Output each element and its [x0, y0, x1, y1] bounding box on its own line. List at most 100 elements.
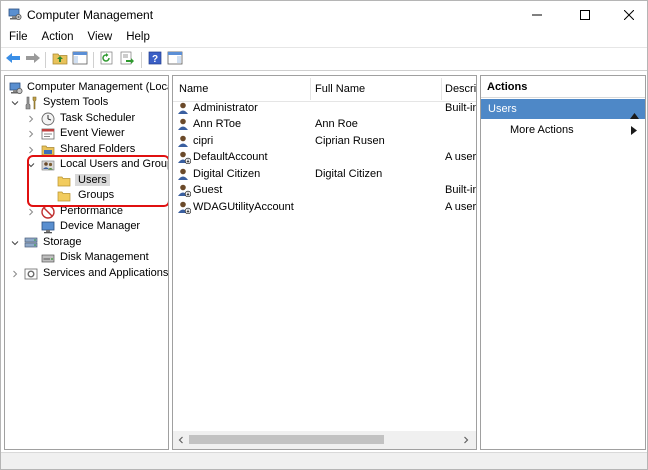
system-tools-icon — [24, 96, 38, 110]
column-header-description[interactable]: Descrip — [445, 83, 476, 95]
cell-name: Ann RToe — [193, 118, 242, 130]
chevron-right-icon[interactable] — [11, 270, 19, 278]
scroll-right-icon[interactable] — [461, 435, 471, 445]
tree-item-computer-management[interactable]: Computer Management (Local) — [5, 80, 168, 96]
menu-action[interactable]: Action — [35, 29, 81, 47]
column-divider[interactable] — [310, 78, 311, 100]
table-row[interactable]: Ann RToe Ann Roe — [173, 116, 476, 132]
highlight-annotation — [27, 155, 168, 207]
cell-full-name: Ciprian Rusen — [315, 135, 385, 147]
cell-name: cipri — [193, 135, 214, 147]
chevron-right-icon[interactable] — [27, 130, 35, 138]
horizontal-scrollbar[interactable] — [173, 431, 476, 449]
users-list-pane[interactable]: Name Full Name Descrip Administrator Bui… — [172, 75, 477, 450]
chevron-down-icon[interactable] — [11, 239, 19, 247]
console-tree-pane[interactable]: Computer Management (Local) System Tools… — [4, 75, 169, 450]
actions-header: Actions — [481, 76, 645, 98]
minimize-button[interactable] — [515, 1, 559, 29]
toolbar-separator — [45, 52, 46, 68]
user-icon — [177, 134, 191, 148]
tree-item-system-tools[interactable]: System Tools — [5, 95, 168, 111]
clock-icon — [41, 112, 55, 126]
cell-name: Guest — [193, 184, 223, 196]
submenu-arrow-icon[interactable] — [631, 126, 637, 138]
refresh-button[interactable] — [98, 51, 116, 68]
forward-arrow-icon — [25, 51, 41, 68]
chevron-right-icon[interactable] — [27, 208, 35, 216]
scroll-left-icon[interactable] — [176, 435, 186, 445]
computer-management-window: Computer Management File Action View Hel… — [0, 0, 648, 470]
actions-section-users[interactable]: Users — [481, 99, 645, 119]
collapse-triangle-icon[interactable] — [630, 106, 639, 126]
toolbar-separator — [141, 52, 142, 68]
show-hide-action-pane-button[interactable] — [166, 51, 184, 68]
more-actions-link[interactable]: More Actions — [510, 124, 574, 136]
up-one-level-button[interactable] — [51, 51, 69, 68]
menu-bar: File Action View Help — [1, 29, 647, 47]
svg-text:?: ? — [152, 54, 158, 65]
computer-management-icon — [9, 81, 23, 95]
tree-label: Disk Management — [60, 251, 149, 263]
forward-button[interactable] — [24, 51, 42, 68]
column-header-name[interactable]: Name — [179, 83, 309, 95]
chevron-down-icon[interactable] — [11, 99, 19, 107]
device-manager-icon — [41, 220, 55, 234]
cell-name: WDAGUtilityAccount — [193, 201, 294, 213]
user-icon — [177, 117, 191, 131]
cell-description: Built-in — [445, 184, 476, 196]
cell-description: A user a — [445, 201, 476, 213]
user-icon — [177, 167, 191, 181]
export-list-icon — [119, 51, 135, 68]
cell-full-name: Digital Citizen — [315, 168, 383, 180]
tree-item-services-and-applications[interactable]: Services and Applications — [5, 266, 168, 282]
table-row[interactable]: Guest Built-in — [173, 182, 476, 198]
table-row[interactable]: DefaultAccount A user a — [173, 149, 476, 165]
actions-section-label: Users — [488, 103, 517, 115]
actions-pane: Actions Users More Actions — [480, 75, 646, 450]
help-icon: ? — [147, 51, 163, 68]
help-button[interactable]: ? — [146, 51, 164, 68]
tree-item-task-scheduler[interactable]: Task Scheduler — [5, 111, 168, 127]
export-list-button[interactable] — [118, 51, 136, 68]
menu-view[interactable]: View — [81, 29, 120, 47]
cell-description: Built-in — [445, 102, 476, 114]
table-row[interactable]: cipri Ciprian Rusen — [173, 133, 476, 149]
menu-file[interactable]: File — [1, 29, 35, 47]
toolbar-separator — [93, 52, 94, 68]
tree-label: System Tools — [43, 96, 109, 108]
table-row[interactable]: Digital Citizen Digital Citizen — [173, 166, 476, 182]
table-row[interactable]: Administrator Built-in — [173, 100, 476, 116]
column-divider[interactable] — [441, 78, 442, 100]
tree-item-event-viewer[interactable]: Event Viewer — [5, 126, 168, 142]
table-row[interactable]: WDAGUtilityAccount A user a — [173, 199, 476, 215]
up-folder-icon — [52, 51, 68, 68]
cell-name: Administrator — [193, 102, 258, 114]
menu-help[interactable]: Help — [119, 29, 157, 47]
tree-label: Device Manager — [60, 220, 141, 232]
tree-item-storage[interactable]: Storage — [5, 235, 168, 251]
toolbar: ? — [1, 47, 647, 71]
tree-item-disk-management[interactable]: Disk Management — [5, 250, 168, 266]
computer-management-app-icon — [8, 7, 22, 21]
window-title: Computer Management — [27, 8, 154, 22]
close-button[interactable] — [607, 1, 647, 29]
chevron-right-icon[interactable] — [27, 146, 35, 154]
maximize-button[interactable] — [563, 1, 607, 29]
tree-label: Task Scheduler — [60, 112, 136, 124]
tree-item-device-manager[interactable]: Device Manager — [5, 219, 168, 235]
storage-icon — [24, 236, 38, 250]
show-hide-console-tree-button[interactable] — [71, 51, 89, 68]
back-button[interactable] — [4, 51, 22, 68]
scrollbar-thumb[interactable] — [189, 435, 384, 444]
cell-description: A user a — [445, 151, 476, 163]
chevron-right-icon[interactable] — [27, 115, 35, 123]
disabled-user-icon — [177, 183, 192, 198]
user-icon — [177, 101, 191, 115]
properties-pane-icon — [167, 51, 183, 68]
cell-name: DefaultAccount — [193, 151, 268, 163]
column-header-full-name[interactable]: Full Name — [315, 83, 440, 95]
event-viewer-icon — [41, 127, 55, 141]
tree-label: Shared Folders — [60, 143, 136, 155]
disabled-user-icon — [177, 200, 192, 215]
back-arrow-icon — [5, 51, 21, 68]
